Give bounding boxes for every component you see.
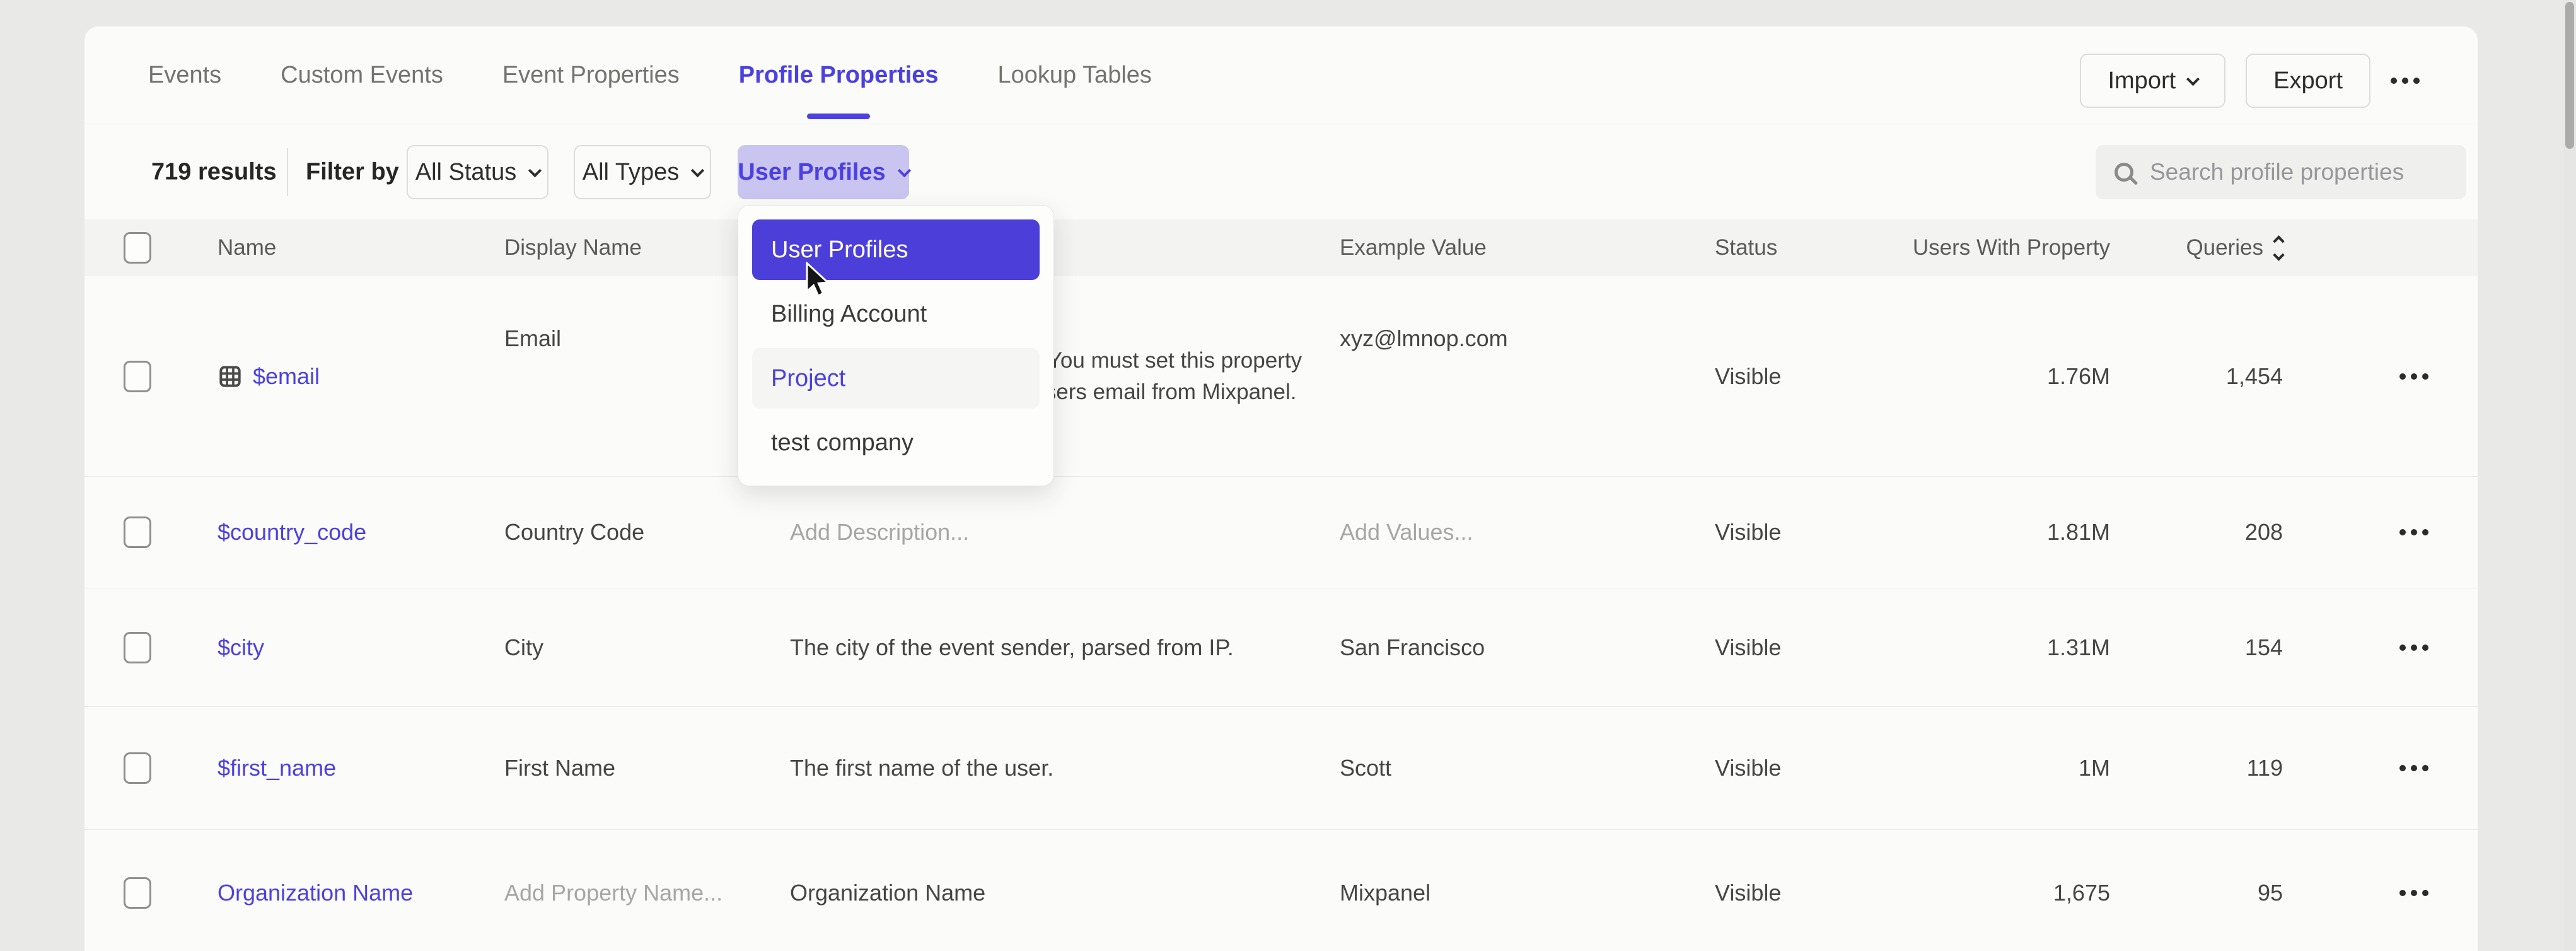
property-name-link[interactable]: $first_name xyxy=(218,755,336,781)
users-with-property-cell: 1.76M xyxy=(2047,363,2110,390)
queries-cell: 119 xyxy=(2247,755,2283,781)
header-users-with-property: Users With Property xyxy=(1913,235,2110,260)
entity-filter-label: User Profiles xyxy=(738,159,885,186)
example-value-cell[interactable]: Mixpanel xyxy=(1340,880,1430,906)
header-queries-label: Queries xyxy=(2186,235,2263,260)
chevron-down-icon xyxy=(691,164,704,177)
scrollbar-thumb[interactable] xyxy=(2565,2,2574,149)
type-filter-label: All Types xyxy=(583,159,679,186)
table-row: $email Email The user's email address. Y… xyxy=(84,276,2478,477)
status-cell[interactable]: Visible xyxy=(1715,519,1781,546)
mouse-cursor xyxy=(799,262,835,302)
row-actions-icon[interactable] xyxy=(2399,373,2428,380)
users-with-property-cell: 1.81M xyxy=(2047,519,2110,546)
export-button[interactable]: Export xyxy=(2246,54,2370,108)
header-queries-sort[interactable]: Queries xyxy=(2186,235,2283,260)
property-name-link[interactable]: $country_code xyxy=(218,519,366,546)
queries-cell: 208 xyxy=(2245,519,2283,546)
example-value-cell[interactable]: Scott xyxy=(1340,755,1391,781)
property-name-link[interactable]: $email xyxy=(253,363,320,390)
description-cell[interactable]: The first name of the user. xyxy=(790,755,1053,781)
status-cell[interactable]: Visible xyxy=(1715,755,1781,781)
header-status: Status xyxy=(1715,235,1777,260)
entity-dropdown-menu: User Profiles Billing Account Project te… xyxy=(738,205,1054,486)
property-name-cell: $email xyxy=(218,363,320,390)
tab-lookup-tables[interactable]: Lookup Tables xyxy=(998,26,1152,124)
row-checkbox[interactable] xyxy=(124,752,151,784)
menu-item-project[interactable]: Project xyxy=(752,348,1040,409)
lexicon-card: Events Custom Events Event Properties Pr… xyxy=(84,26,2478,951)
display-name-cell[interactable]: Add Property Name... xyxy=(504,880,722,906)
divider xyxy=(287,148,288,196)
chevron-down-icon xyxy=(2186,73,2200,86)
search-input[interactable] xyxy=(2150,159,2447,185)
table-grid-icon xyxy=(218,364,243,389)
sort-icon xyxy=(2275,237,2283,259)
search-icon xyxy=(2115,163,2133,182)
row-actions-icon[interactable] xyxy=(2399,529,2428,535)
menu-item-billing-account[interactable]: Billing Account xyxy=(752,284,1040,344)
type-filter-dropdown[interactable]: All Types xyxy=(574,145,711,199)
row-checkbox[interactable] xyxy=(124,361,151,392)
filter-bar: 719 results Filter by All Status All Typ… xyxy=(84,125,2478,219)
tab-event-properties[interactable]: Event Properties xyxy=(502,26,680,124)
row-checkbox[interactable] xyxy=(124,877,151,909)
menu-item-user-profiles[interactable]: User Profiles xyxy=(752,219,1040,280)
display-name-cell[interactable]: City xyxy=(504,634,543,661)
property-name-link[interactable]: $city xyxy=(218,634,264,661)
display-name-cell[interactable]: Email xyxy=(504,325,561,352)
status-filter-dropdown[interactable]: All Status xyxy=(407,145,548,199)
filter-by-label: Filter by xyxy=(306,159,399,186)
toolbar: Import Export xyxy=(2080,54,2420,108)
queries-cell: 95 xyxy=(2258,880,2283,906)
overflow-menu-icon[interactable] xyxy=(2391,78,2420,84)
status-cell[interactable]: Visible xyxy=(1715,634,1781,661)
display-name-cell[interactable]: Country Code xyxy=(504,519,644,546)
status-filter-label: All Status xyxy=(415,159,517,186)
description-cell[interactable]: Organization Name xyxy=(790,880,985,906)
tab-events[interactable]: Events xyxy=(148,26,221,124)
description-cell[interactable]: The city of the event sender, parsed fro… xyxy=(790,634,1234,661)
status-cell[interactable]: Visible xyxy=(1715,363,1781,390)
table-header: Name Display Name Description Example Va… xyxy=(84,219,2478,276)
status-cell[interactable]: Visible xyxy=(1715,880,1781,906)
menu-item-test-company[interactable]: test company xyxy=(752,412,1040,473)
table-row: $country_code Country Code Add Descripti… xyxy=(84,477,2478,588)
export-button-label: Export xyxy=(2273,67,2343,95)
tab-custom-events[interactable]: Custom Events xyxy=(281,26,443,124)
search-box xyxy=(2096,145,2466,199)
table-row: $city City The city of the event sender,… xyxy=(84,588,2478,707)
chevron-down-icon xyxy=(528,164,542,177)
import-button[interactable]: Import xyxy=(2080,54,2225,108)
property-name-link[interactable]: Organization Name xyxy=(218,880,413,906)
example-value-cell[interactable]: Add Values... xyxy=(1340,519,1473,546)
queries-cell: 1,454 xyxy=(2226,363,2283,390)
header-example-value: Example Value xyxy=(1340,235,1487,260)
table-row: $first_name First Name The first name of… xyxy=(84,707,2478,830)
select-all-checkbox[interactable] xyxy=(124,232,151,264)
tab-profile-properties[interactable]: Profile Properties xyxy=(739,26,939,124)
description-cell[interactable]: Add Description... xyxy=(790,519,969,546)
entity-filter-dropdown[interactable]: User Profiles xyxy=(738,145,909,199)
page: Events Custom Events Event Properties Pr… xyxy=(0,0,2576,951)
header-name: Name xyxy=(218,235,276,260)
row-actions-icon[interactable] xyxy=(2399,765,2428,771)
users-with-property-cell: 1.31M xyxy=(2047,634,2110,661)
chevron-down-icon xyxy=(898,164,911,177)
display-name-cell[interactable]: First Name xyxy=(504,755,615,781)
row-actions-icon[interactable] xyxy=(2399,890,2428,896)
users-with-property-cell: 1M xyxy=(2079,755,2110,781)
header-display-name: Display Name xyxy=(504,235,642,260)
table-row: Organization Name Add Property Name... O… xyxy=(84,830,2478,951)
users-with-property-cell: 1,675 xyxy=(2053,880,2110,906)
example-value-cell[interactable]: San Francisco xyxy=(1340,634,1485,661)
import-button-label: Import xyxy=(2108,67,2176,95)
results-count: 719 results xyxy=(151,159,277,186)
row-actions-icon[interactable] xyxy=(2399,645,2428,651)
row-checkbox[interactable] xyxy=(124,516,151,548)
queries-cell: 154 xyxy=(2245,634,2283,661)
example-value-cell[interactable]: xyz@lmnop.com xyxy=(1340,325,1508,352)
row-checkbox[interactable] xyxy=(124,632,151,663)
